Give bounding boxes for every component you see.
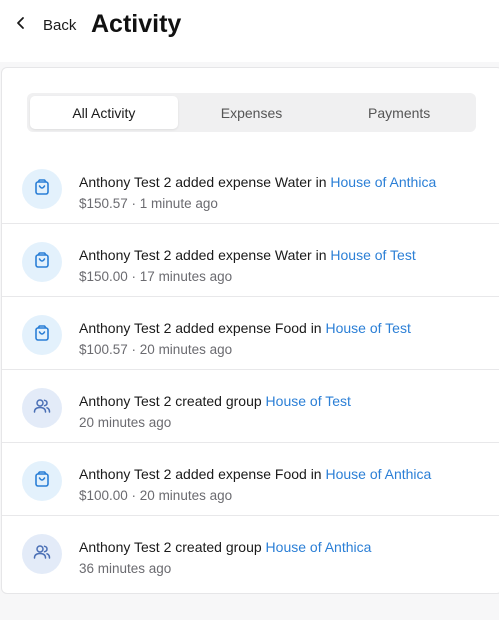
activity-meta: $150.57 · 1 minute ago xyxy=(79,196,218,211)
shopping-bag-icon xyxy=(32,177,52,202)
activity-text: Anthony Test 2 added expense Water in Ho… xyxy=(79,247,416,263)
group-avatar xyxy=(22,388,62,428)
tab-payments[interactable]: Payments xyxy=(325,96,473,129)
chevron-left-icon xyxy=(14,16,28,35)
shopping-bag-icon xyxy=(32,250,52,275)
expense-avatar xyxy=(22,315,62,355)
activity-tabs: All Activity Expenses Payments xyxy=(27,93,476,132)
group-link[interactable]: House of Anthica xyxy=(266,539,372,555)
activity-list: Anthony Test 2 added expense Water in Ho… xyxy=(2,151,499,589)
group-link[interactable]: House of Test xyxy=(330,247,415,263)
activity-description: Anthony Test 2 created group xyxy=(79,539,266,555)
group-link[interactable]: House of Test xyxy=(266,393,351,409)
expense-avatar xyxy=(22,169,62,209)
users-icon xyxy=(32,542,52,567)
group-link[interactable]: House of Test xyxy=(325,320,410,336)
group-link[interactable]: House of Anthica xyxy=(325,466,431,482)
activity-text: Anthony Test 2 added expense Food in Hou… xyxy=(79,320,411,336)
activity-row[interactable]: Anthony Test 2 created group House of Te… xyxy=(2,370,499,443)
tab-expenses[interactable]: Expenses xyxy=(178,96,326,129)
shopping-bag-icon xyxy=(32,469,52,494)
activity-meta: $100.00 · 20 minutes ago xyxy=(79,488,233,503)
activity-meta: 36 minutes ago xyxy=(79,561,172,576)
activity-text: Anthony Test 2 added expense Food in Hou… xyxy=(79,466,431,482)
activity-meta: $100.57 · 20 minutes ago xyxy=(79,342,233,357)
group-avatar xyxy=(22,534,62,574)
activity-card: All Activity Expenses Payments Anthony T… xyxy=(1,67,499,594)
activity-text: Anthony Test 2 created group House of Te… xyxy=(79,393,351,409)
shopping-bag-icon xyxy=(32,323,52,348)
back-label: Back xyxy=(43,16,77,34)
expense-avatar xyxy=(22,242,62,282)
activity-text: Anthony Test 2 added expense Water in Ho… xyxy=(79,174,436,190)
top-header: Back Activity xyxy=(0,0,499,62)
activity-description: Anthony Test 2 added expense Food in xyxy=(79,320,326,336)
activity-text: Anthony Test 2 created group House of An… xyxy=(79,539,371,555)
activity-description: Anthony Test 2 added expense Food in xyxy=(79,466,326,482)
users-icon xyxy=(32,396,52,421)
expense-avatar xyxy=(22,461,62,501)
activity-row[interactable]: Anthony Test 2 added expense Food in Hou… xyxy=(2,297,499,370)
back-button[interactable]: Back xyxy=(14,14,76,36)
activity-row[interactable]: Anthony Test 2 created group House of An… xyxy=(2,516,499,589)
activity-meta: 20 minutes ago xyxy=(79,415,172,430)
group-link[interactable]: House of Anthica xyxy=(330,174,436,190)
activity-description: Anthony Test 2 added expense Water in xyxy=(79,247,331,263)
activity-description: Anthony Test 2 added expense Water in xyxy=(79,174,331,190)
page-title: Activity xyxy=(91,10,182,38)
activity-description: Anthony Test 2 created group xyxy=(79,393,266,409)
activity-row[interactable]: Anthony Test 2 added expense Food in Hou… xyxy=(2,443,499,516)
tab-all-activity[interactable]: All Activity xyxy=(30,96,178,129)
activity-row[interactable]: Anthony Test 2 added expense Water in Ho… xyxy=(2,224,499,297)
activity-meta: $150.00 · 17 minutes ago xyxy=(79,269,233,284)
activity-row[interactable]: Anthony Test 2 added expense Water in Ho… xyxy=(2,151,499,224)
